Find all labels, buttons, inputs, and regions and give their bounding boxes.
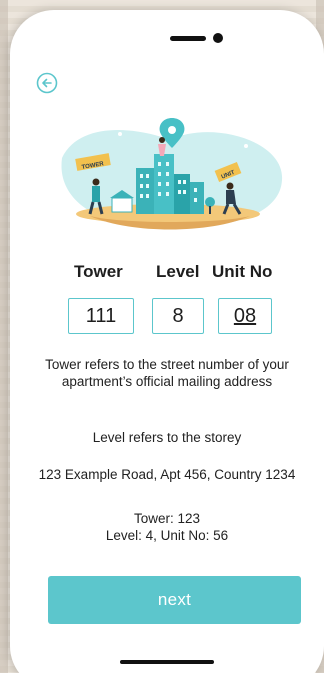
arrow-left-circle-icon [36,72,58,94]
level-input[interactable]: 8 [152,298,204,334]
status-notch-dot [213,33,223,43]
status-notch-bar [170,36,206,41]
phone-screen: TOWER UNIT Tower Level Unit No 111 8 08 … [10,10,324,673]
example-breakdown: Tower: 123 Level: 4, Unit No: 56 [26,510,308,544]
tower-input[interactable]: 111 [68,298,134,334]
address-inputs: 111 8 08 [10,298,324,338]
example-address: 123 Example Road, Apt 456, Country 1234 [38,467,296,482]
tower-label: Tower [74,262,123,281]
unit-label: Unit No [212,262,273,281]
unit-input[interactable]: 08 [218,298,272,334]
tower-help-text: Tower refers to the street number of you… [45,357,289,389]
address-illustration: TOWER UNIT [50,110,290,250]
next-button[interactable]: next [48,576,301,624]
back-button[interactable] [36,72,58,94]
level-label: Level [156,262,200,281]
level-help-text: Level refers to the storey [92,430,242,445]
home-indicator [120,660,214,664]
field-labels: Tower Level Unit No [10,262,324,288]
example-tower: Tower: 123 [133,511,201,526]
example-level-unit: Level: 4, Unit No: 56 [105,528,229,543]
